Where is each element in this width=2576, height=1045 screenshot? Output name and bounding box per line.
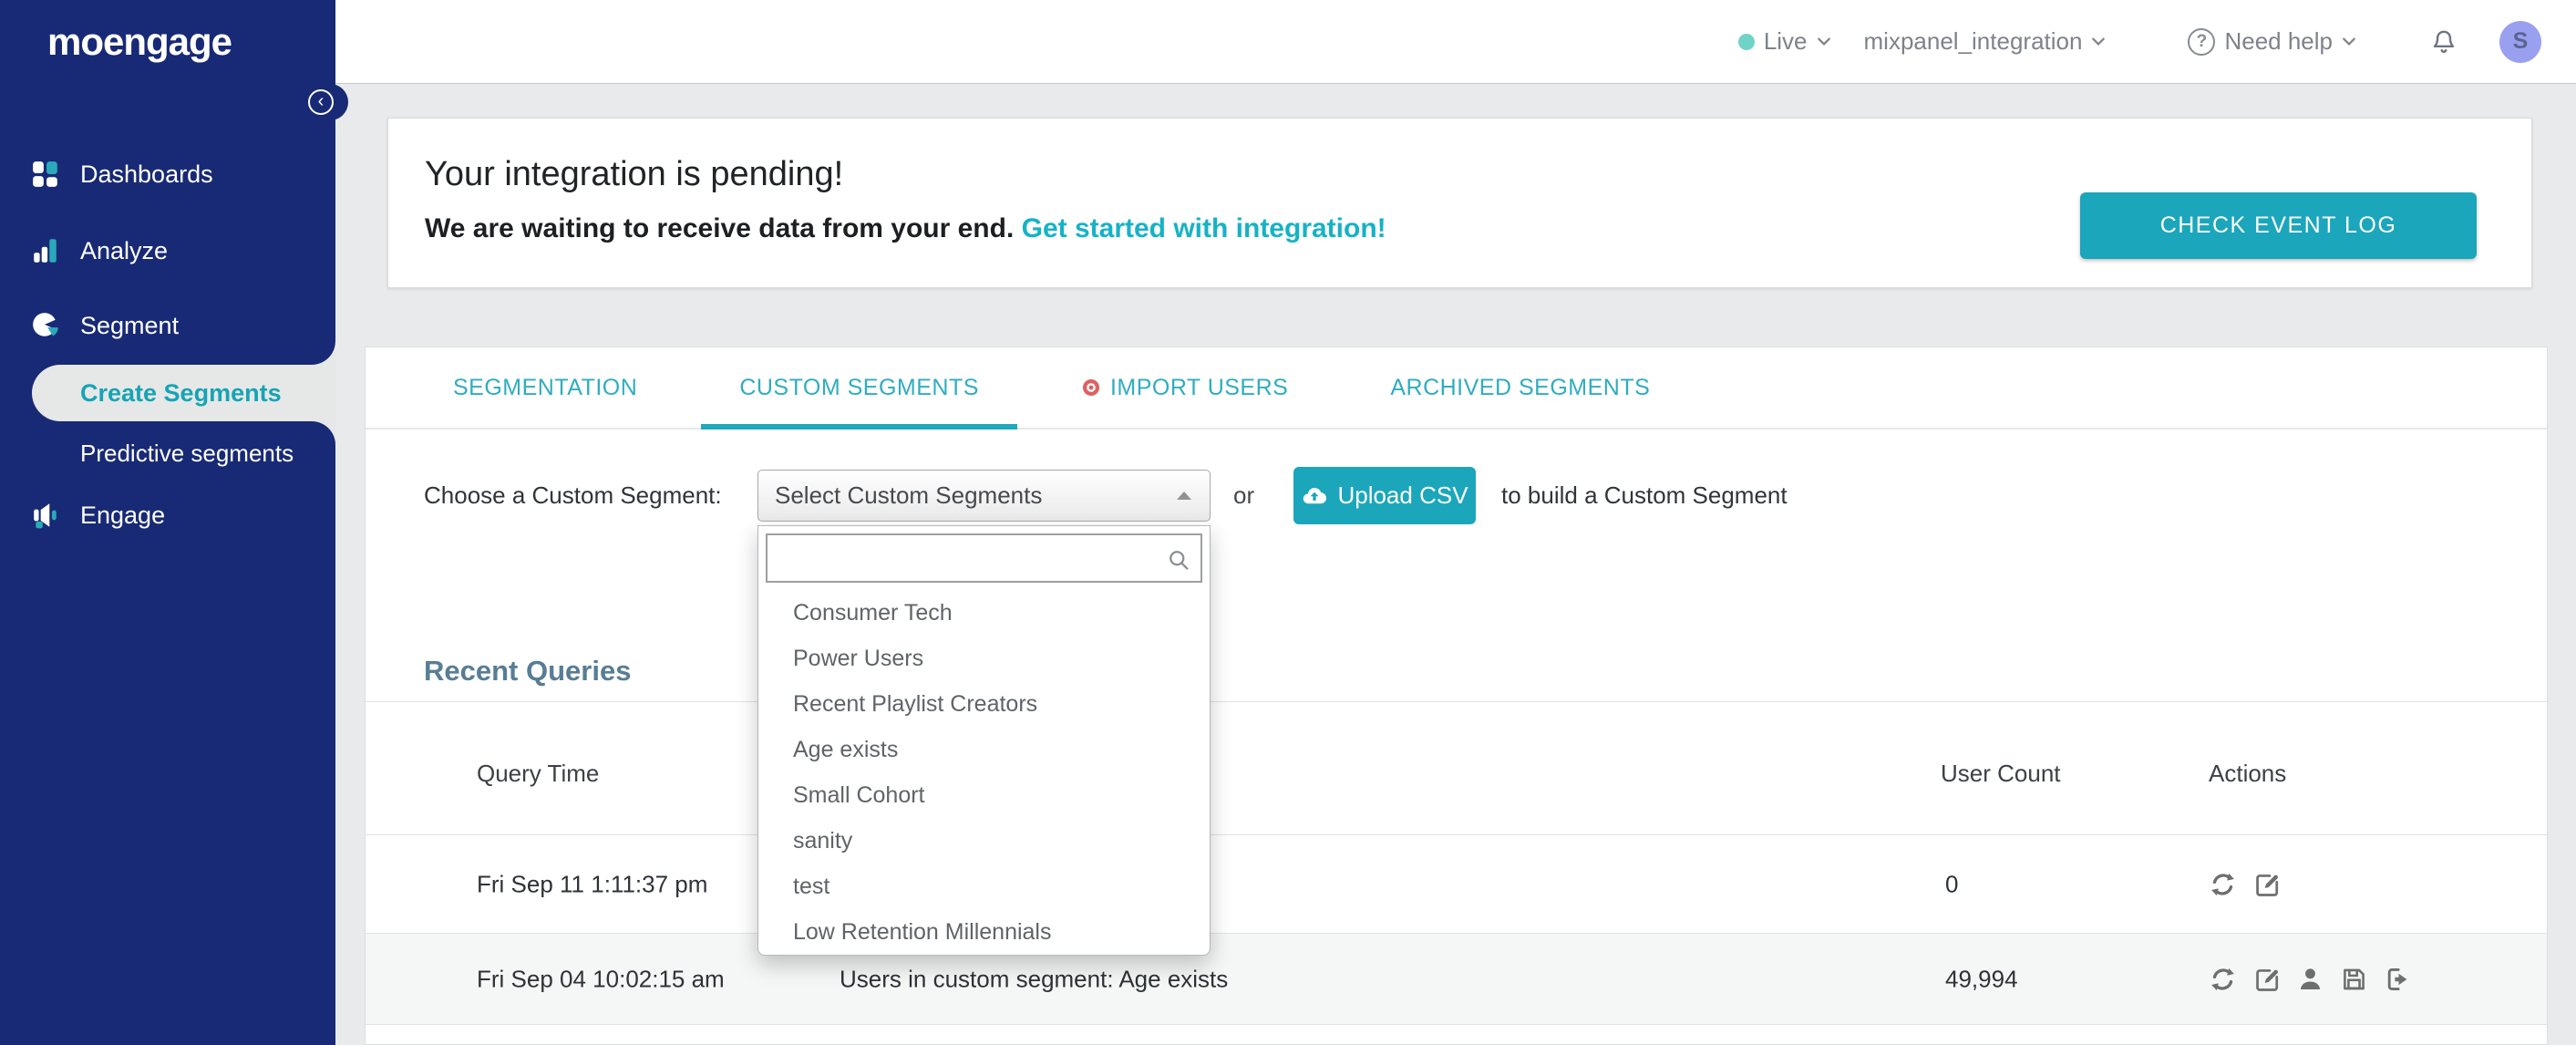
- user-count: 0: [1945, 870, 1959, 897]
- help-menu[interactable]: ? Need help: [2188, 27, 2356, 56]
- sidebar-item-predictive-segments[interactable]: Predictive segments: [0, 430, 335, 476]
- banner-subtitle-text: We are waiting to receive data from your…: [425, 213, 1022, 243]
- dropdown-option[interactable]: Small Cohort: [758, 772, 1210, 818]
- custom-segment-select[interactable]: Select Custom Segments: [757, 470, 1211, 522]
- check-event-log-button[interactable]: CHECK EVENT LOG: [2080, 192, 2477, 259]
- topbar-cluster: Live mixpanel_integration ? Need help S: [1737, 20, 2541, 63]
- tab-bar: SEGMENTATION CUSTOM SEGMENTS IMPORT USER…: [366, 347, 2547, 429]
- moengage-logo: moengage: [47, 20, 232, 63]
- edit-icon[interactable]: [2252, 870, 2281, 898]
- sidebar-item-analyze[interactable]: Analyze: [0, 225, 335, 276]
- dropdown-search: [766, 533, 1202, 583]
- sidebar-item-segment[interactable]: Segment: [0, 300, 335, 351]
- help-label: Need help: [2224, 27, 2333, 55]
- environment-switcher[interactable]: Live: [1737, 27, 1831, 56]
- workspace-switcher[interactable]: mixpanel_integration: [1864, 27, 2107, 56]
- sidebar: moengage ‹ Dashboards Analyze Segment Cr…: [0, 0, 348, 1045]
- table-row: Fri Sep 04 10:02:15 am Users in custom s…: [366, 933, 2547, 1025]
- search-input[interactable]: [768, 535, 1200, 581]
- app-screen: Live mixpanel_integration ? Need help S …: [0, 0, 2576, 1045]
- chooser-label: Choose a Custom Segment:: [424, 481, 722, 509]
- custom-segment-dropdown-panel: Consumer Tech Power Users Recent Playlis…: [757, 525, 1211, 956]
- record-dot-icon: [1082, 378, 1099, 397]
- tab-segmentation[interactable]: SEGMENTATION: [415, 347, 675, 428]
- integration-pending-banner: Your integration is pending! We are wait…: [387, 118, 2532, 288]
- engage-icon: [34, 503, 57, 529]
- sidebar-collapse-button[interactable]: ‹: [308, 89, 334, 115]
- workspace-name: mixpanel_integration: [1863, 27, 2083, 55]
- row-actions: [2209, 965, 2412, 993]
- chevron-down-icon: [1817, 37, 1830, 46]
- export-icon[interactable]: [2384, 965, 2412, 993]
- tab-custom-segments[interactable]: CUSTOM SEGMENTS: [701, 347, 1017, 429]
- query-description: Users in custom segment: Age exists: [840, 965, 1229, 992]
- analyze-icon: [34, 239, 57, 263]
- recent-queries-heading: Recent Queries: [424, 655, 632, 687]
- tab-archived-segments[interactable]: ARCHIVED SEGMENTS: [1352, 347, 1688, 428]
- edit-icon[interactable]: [2252, 965, 2281, 993]
- query-time: Fri Sep 04 10:02:15 am: [477, 965, 725, 992]
- chevron-down-icon: [2092, 37, 2106, 46]
- dropdown-list: Consumer Tech Power Users Recent Playlis…: [758, 590, 1210, 955]
- upload-csv-button[interactable]: Upload CSV: [1293, 467, 1476, 524]
- environment-label: Live: [1763, 27, 1808, 55]
- chevron-down-icon: [2343, 37, 2355, 46]
- top-bar: Live mixpanel_integration ? Need help S: [0, 0, 2576, 84]
- column-header-actions: Actions: [2209, 760, 2287, 787]
- select-value: Select Custom Segments: [775, 481, 1043, 509]
- dropdown-option[interactable]: sanity: [758, 818, 1210, 864]
- dashboards-icon: [33, 161, 57, 187]
- user-icon[interactable]: [2296, 965, 2324, 993]
- dropdown-option[interactable]: Recent Playlist Creators: [758, 681, 1210, 727]
- table-row: Fri Sep 11 1:11:37 pm 0: [366, 834, 2547, 933]
- column-header-query-time: Query Time: [477, 760, 600, 787]
- upload-csv-label: Upload CSV: [1337, 481, 1468, 509]
- tab-import-users[interactable]: IMPORT USERS: [1043, 347, 1326, 428]
- user-count: 49,994: [1945, 965, 2018, 992]
- get-started-link[interactable]: Get started with integration!: [1022, 213, 1386, 243]
- divider: [366, 701, 2547, 702]
- banner-subtitle: We are waiting to receive data from your…: [425, 213, 1386, 244]
- dropdown-option[interactable]: test: [758, 864, 1210, 909]
- segments-card: SEGMENTATION CUSTOM SEGMENTS IMPORT USER…: [365, 347, 2548, 1045]
- sidebar-item-create-segments[interactable]: Create Segments: [32, 365, 335, 421]
- triangle-up-icon: [1177, 491, 1191, 500]
- notifications-bell-icon[interactable]: [2429, 27, 2458, 57]
- refresh-icon[interactable]: [2209, 870, 2237, 898]
- cloud-upload-icon: [1303, 487, 1327, 503]
- row-actions: [2209, 870, 2281, 898]
- chooser-suffix: to build a Custom Segment: [1501, 481, 1788, 509]
- sidebar-item-engage[interactable]: Engage: [0, 490, 335, 541]
- pill-curve: [312, 341, 335, 365]
- live-status-dot: [1737, 33, 1755, 50]
- banner-title: Your integration is pending!: [425, 155, 844, 193]
- dropdown-option[interactable]: Power Users: [758, 636, 1210, 681]
- save-icon[interactable]: [2340, 965, 2368, 993]
- dropdown-option[interactable]: Consumer Tech: [758, 590, 1210, 636]
- or-text: or: [1233, 481, 1255, 509]
- column-header-user-count: User Count: [1941, 760, 2061, 787]
- question-icon: ?: [2188, 27, 2216, 56]
- refresh-icon[interactable]: [2209, 965, 2237, 993]
- segment-icon: [33, 313, 60, 336]
- dropdown-option[interactable]: Low Retention Millennials: [758, 909, 1210, 955]
- search-icon: [1170, 551, 1189, 570]
- query-time: Fri Sep 11 1:11:37 pm: [477, 870, 708, 897]
- sidebar-item-dashboards[interactable]: Dashboards: [0, 149, 335, 200]
- user-avatar[interactable]: S: [2499, 20, 2541, 63]
- dropdown-option[interactable]: Age exists: [758, 727, 1210, 772]
